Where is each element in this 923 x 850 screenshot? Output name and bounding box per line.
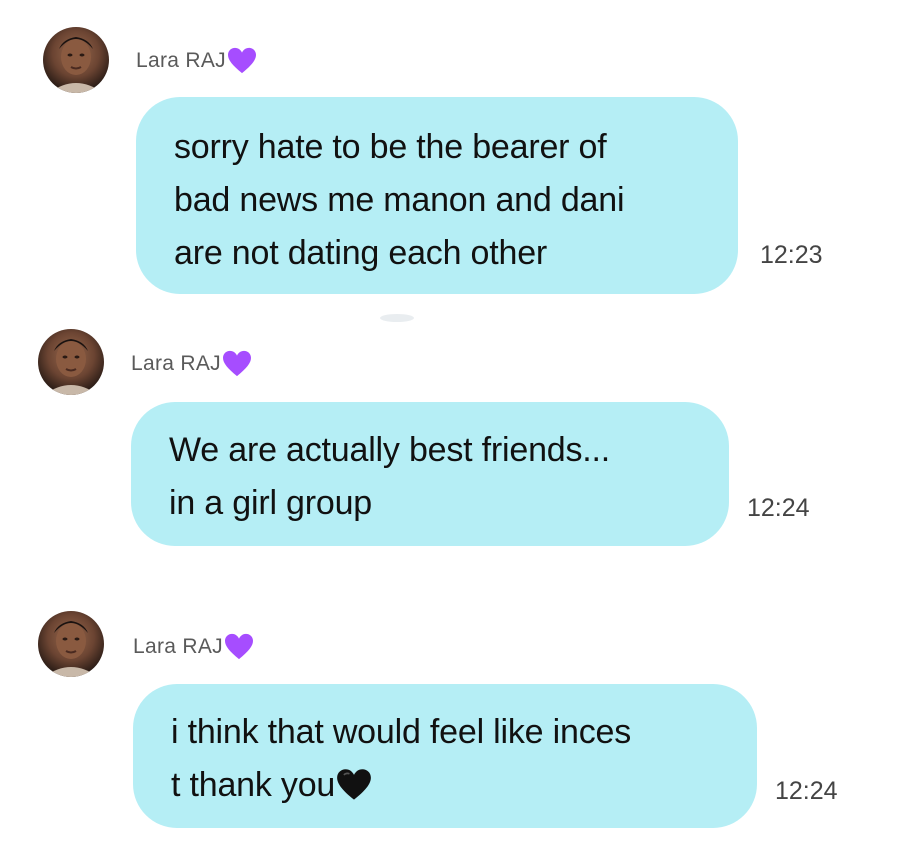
sender-row: Lara RAJ — [136, 44, 257, 78]
message-line-with-emoji: t thank you — [171, 759, 757, 812]
message-line: bad news me manon and dani — [174, 181, 625, 219]
sender-row: Lara RAJ — [133, 630, 254, 664]
message-bubble[interactable]: sorry hate to be the bearer of bad news … — [136, 97, 738, 294]
person-photo-icon — [44, 621, 98, 677]
person-photo-icon — [44, 339, 98, 395]
divider — [380, 314, 414, 322]
avatar[interactable] — [43, 27, 109, 93]
message-bubble[interactable]: i think that would feel like inces t tha… — [133, 684, 757, 828]
timestamp: 12:24 — [747, 494, 810, 522]
purple-heart-icon — [222, 350, 251, 377]
sender-name: Lara RAJ — [133, 635, 223, 658]
timestamp: 12:23 — [760, 241, 823, 269]
message-line: We are actually best friends... — [169, 431, 611, 469]
purple-heart-icon — [227, 47, 256, 74]
message-line: in a girl group — [169, 484, 373, 522]
avatar[interactable] — [38, 329, 104, 395]
message-line: are not dating each other — [174, 234, 548, 272]
sender-name: Lara RAJ — [131, 352, 221, 375]
sender-name: Lara RAJ — [136, 49, 226, 72]
message-line: i think that would feel like inces — [171, 713, 632, 751]
purple-heart-icon — [224, 633, 253, 660]
timestamp: 12:24 — [775, 777, 838, 805]
message-line: t thank you — [171, 766, 336, 804]
message-line: sorry hate to be the bearer of — [174, 128, 607, 166]
sender-row: Lara RAJ — [131, 347, 252, 381]
message-bubble[interactable]: We are actually best friends... in a gir… — [131, 402, 729, 546]
black-heart-icon — [337, 769, 372, 800]
person-photo-icon — [49, 37, 103, 93]
avatar[interactable] — [38, 611, 104, 677]
